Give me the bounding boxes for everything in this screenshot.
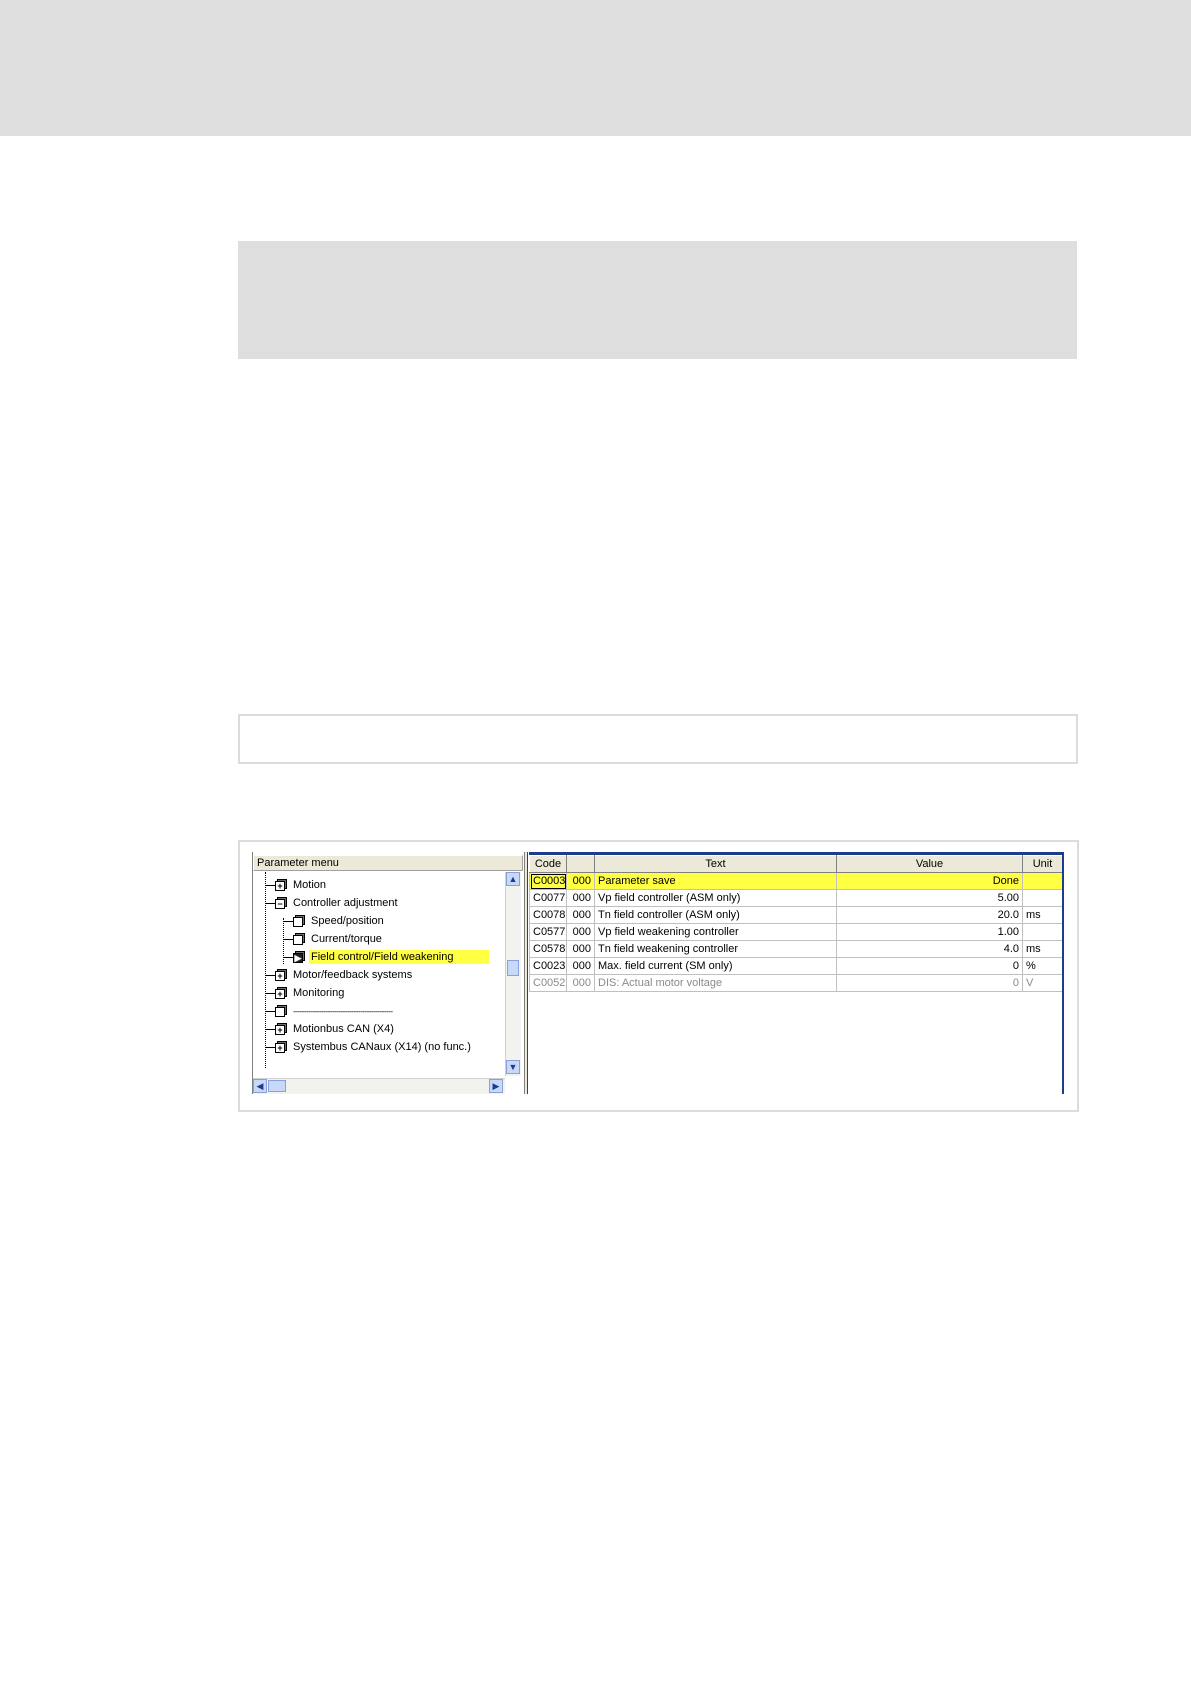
cell-unit[interactable]: % xyxy=(1022,957,1062,975)
tree-horizontal-scrollbar[interactable]: ◀ ▶ xyxy=(253,1078,505,1094)
column-header-code[interactable]: Code xyxy=(529,855,567,873)
page-header-band xyxy=(0,0,1191,136)
caption-box xyxy=(238,714,1078,764)
play-node-icon: ▶ xyxy=(293,951,305,963)
cell-value[interactable]: 20.0 xyxy=(836,906,1023,924)
table-row[interactable]: C0003 000 Parameter save Done xyxy=(529,872,1062,890)
tree-item-label: ----------------------------------------… xyxy=(293,1006,393,1016)
cell-unit[interactable]: ms xyxy=(1022,940,1062,958)
plus-node-icon[interactable]: + xyxy=(275,879,287,891)
minus-node-icon[interactable]: − xyxy=(275,897,287,909)
leaf-node-icon xyxy=(275,1005,287,1017)
cell-text[interactable]: DIS: Actual motor voltage xyxy=(594,974,837,992)
tree-item-label: Systembus CANaux (X14) (no func.) xyxy=(293,1041,471,1053)
cell-text[interactable]: Parameter save xyxy=(594,872,837,890)
tree-item-label: Speed/position xyxy=(311,915,384,927)
cell-unit[interactable] xyxy=(1022,923,1062,941)
cell-value[interactable]: 0 xyxy=(836,957,1023,975)
cell-code[interactable]: C0577 xyxy=(529,923,567,941)
cell-subcode[interactable]: 000 xyxy=(566,889,595,907)
cell-code[interactable]: C0077 xyxy=(529,889,567,907)
parameter-tree-panel: Parameter menu + Motion − Controller adj… xyxy=(252,852,524,1094)
cell-subcode[interactable]: 000 xyxy=(566,923,595,941)
cell-value[interactable]: 5.00 xyxy=(836,889,1023,907)
tree-item-label: Motionbus CAN (X4) xyxy=(293,1023,394,1035)
table-row[interactable]: C0577 000 Vp field weakening controller … xyxy=(529,923,1062,941)
cell-unit[interactable] xyxy=(1022,872,1062,890)
tree-item-controller-adjustment[interactable]: − Controller adjustment xyxy=(275,894,400,912)
cell-value[interactable]: 1.00 xyxy=(836,923,1023,941)
tree-item-label: Motor/feedback systems xyxy=(293,969,413,981)
tree-item-separator[interactable]: ----------------------------------------… xyxy=(275,1002,395,1020)
cell-text[interactable]: Vp field controller (ASM only) xyxy=(594,889,837,907)
scroll-left-icon[interactable]: ◀ xyxy=(253,1079,267,1093)
note-box xyxy=(238,241,1077,359)
cell-code[interactable]: C0578 xyxy=(529,940,567,958)
tree-item-field-control[interactable]: ▶ Field control/Field weakening xyxy=(293,948,489,966)
cell-subcode[interactable]: 000 xyxy=(566,974,595,992)
cell-value[interactable]: 4.0 xyxy=(836,940,1023,958)
cell-text[interactable]: Tn field controller (ASM only) xyxy=(594,906,837,924)
table-row[interactable]: C0077 000 Vp field controller (ASM only)… xyxy=(529,889,1062,907)
table-row[interactable]: C0578 000 Tn field weakening controller … xyxy=(529,940,1062,958)
tree-item-speed-position[interactable]: Speed/position xyxy=(293,912,386,930)
scroll-down-icon[interactable]: ▼ xyxy=(506,1060,520,1074)
cell-subcode[interactable]: 000 xyxy=(566,906,595,924)
tree-item-label: Current/torque xyxy=(311,933,382,945)
cell-subcode[interactable]: 000 xyxy=(566,872,595,890)
table-header-row: Code Text Value Unit xyxy=(529,855,1062,873)
tree-item-label: Monitoring xyxy=(293,987,345,999)
plus-node-icon[interactable]: + xyxy=(275,1023,287,1035)
tree-item-systembus-canaux[interactable]: + Systembus CANaux (X14) (no func.) xyxy=(275,1038,473,1056)
cell-code[interactable]: C0052 xyxy=(529,974,567,992)
tree-title: Parameter menu xyxy=(253,855,523,871)
cell-value[interactable]: 0 xyxy=(836,974,1023,992)
tree-item-current-torque[interactable]: Current/torque xyxy=(293,930,384,948)
column-header-text[interactable]: Text xyxy=(594,855,837,873)
cell-code[interactable]: C0023 xyxy=(529,957,567,975)
cell-unit[interactable]: ms xyxy=(1022,906,1062,924)
leaf-node-icon xyxy=(293,933,305,945)
cell-subcode[interactable]: 000 xyxy=(566,940,595,958)
tree-item-motionbus-can[interactable]: + Motionbus CAN (X4) xyxy=(275,1020,396,1038)
cell-text[interactable]: Vp field weakening controller xyxy=(594,923,837,941)
parameter-table: Code Text Value Unit C0003 000 Parameter… xyxy=(529,855,1062,992)
cell-unit[interactable]: V xyxy=(1022,974,1062,992)
tree-item-monitoring[interactable]: + Monitoring xyxy=(275,984,346,1002)
tree-line xyxy=(265,872,266,1068)
table-row[interactable]: C0023 000 Max. field current (SM only) 0… xyxy=(529,957,1062,975)
leaf-node-icon xyxy=(293,915,305,927)
column-header-subcode[interactable] xyxy=(566,855,595,873)
screenshot-frame: Parameter menu + Motion − Controller adj… xyxy=(238,840,1079,1112)
plus-node-icon[interactable]: + xyxy=(275,987,287,999)
column-header-unit[interactable]: Unit xyxy=(1022,855,1062,873)
cell-subcode[interactable]: 000 xyxy=(566,957,595,975)
parameter-tree: + Motion − Controller adjustment Speed/p… xyxy=(253,872,505,1076)
table-row[interactable]: C0052 000 DIS: Actual motor voltage 0 V xyxy=(529,974,1062,992)
cell-code[interactable]: C0078 xyxy=(529,906,567,924)
column-header-value[interactable]: Value xyxy=(836,855,1023,873)
tree-item-label: Field control/Field weakening xyxy=(309,950,489,964)
panel-splitter[interactable] xyxy=(524,852,528,1094)
cell-text[interactable]: Max. field current (SM only) xyxy=(594,957,837,975)
table-row[interactable]: C0078 000 Tn field controller (ASM only)… xyxy=(529,906,1062,924)
plus-node-icon[interactable]: + xyxy=(275,1041,287,1053)
parameter-grid-panel: Code Text Value Unit C0003 000 Parameter… xyxy=(529,852,1064,1094)
scroll-up-icon[interactable]: ▲ xyxy=(506,872,520,886)
cell-text[interactable]: Tn field weakening controller xyxy=(594,940,837,958)
cell-value[interactable]: Done xyxy=(836,872,1023,890)
scroll-right-icon[interactable]: ▶ xyxy=(489,1079,503,1093)
tree-item-label: Motion xyxy=(293,879,327,891)
scroll-thumb[interactable] xyxy=(507,960,519,976)
tree-item-motor-feedback[interactable]: + Motor/feedback systems xyxy=(275,966,414,984)
cell-code[interactable]: C0003 xyxy=(529,872,567,890)
cell-unit[interactable] xyxy=(1022,889,1062,907)
parameter-window: Parameter menu + Motion − Controller adj… xyxy=(252,852,1064,1094)
tree-vertical-scrollbar[interactable]: ▲ ▼ xyxy=(505,872,521,1076)
tree-item-motion[interactable]: + Motion xyxy=(275,876,328,894)
tree-item-label: Controller adjustment xyxy=(293,897,398,909)
plus-node-icon[interactable]: + xyxy=(275,969,287,981)
scroll-thumb[interactable] xyxy=(268,1080,286,1092)
